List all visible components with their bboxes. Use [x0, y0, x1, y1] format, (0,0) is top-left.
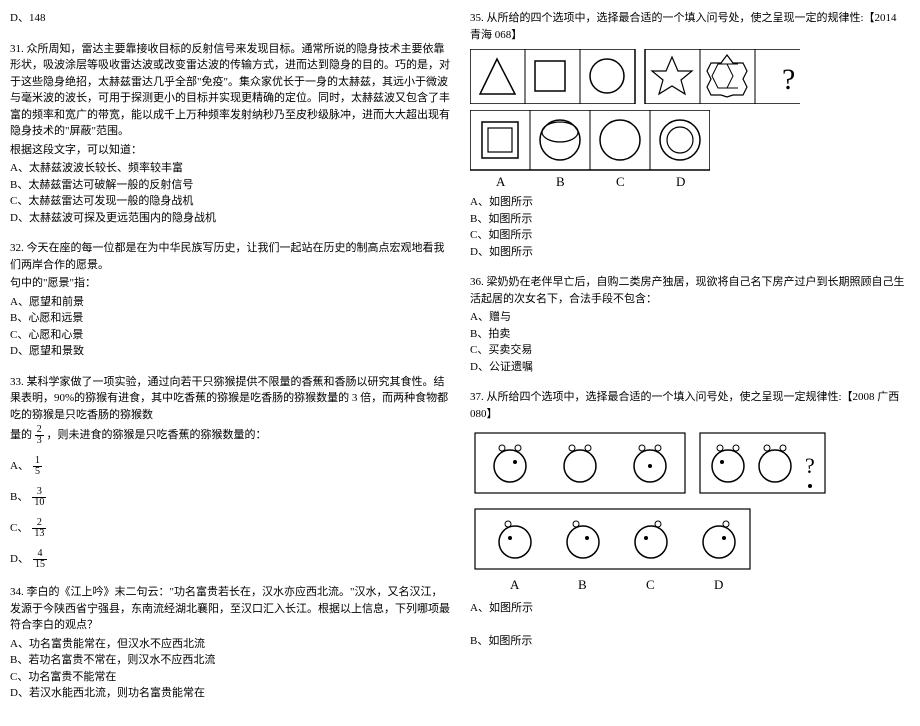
q35-figure-top: ? — [470, 49, 910, 104]
q33-opt-b: B、 3 10 — [10, 487, 450, 508]
q33-mid: 量的 — [10, 429, 32, 441]
q35-svg-top: ? — [470, 49, 800, 104]
q37-text: 37. 从所给四个选项中，选择最合适的一个填入问号处，使之呈现一定规律性:【20… — [470, 389, 910, 422]
q36-text: 36. 梁奶奶在老伴早亡后，自购二类房产独居，现欲将自己名下房产过户到长期照顾自… — [470, 274, 910, 307]
q37-figure-bottom: A B C D — [470, 504, 910, 594]
q35: 35. 从所给的四个选项中，选择最合适的一个填入问号处，使之呈现一定的规律性:【… — [470, 10, 910, 260]
svg-text:A: A — [496, 174, 506, 188]
q32-opt-c: C、心愿和心景 — [10, 327, 450, 344]
q37-options: A、如图所示 B、如图所示 — [470, 600, 910, 650]
q36-opt-a: A、赠与 — [470, 309, 910, 326]
q36-opt-b: B、拍卖 — [470, 326, 910, 343]
q32-options: A、愿望和前景 B、心愿和远景 C、心愿和心景 D、愿望和景致 — [10, 294, 450, 360]
q35-opt-c: C、如图所示 — [470, 227, 910, 244]
q35-svg-bottom: A B C D — [470, 110, 710, 188]
svg-text:D: D — [676, 174, 685, 188]
q33-frac-b: 3 10 — [32, 487, 46, 508]
q33-opt-a: A、 1 5 — [10, 456, 450, 477]
svg-text:A: A — [510, 577, 520, 592]
q31-text: 31. 众所周知，雷达主要靠接收目标的反射信号来发现目标。通常所说的隐身技术主要… — [10, 41, 450, 140]
q37-svg-top: ? — [470, 428, 830, 498]
q32-opt-a: A、愿望和前景 — [10, 294, 450, 311]
q34-options: A、功名富贵能常在，但汉水不应西北流 B、若功名富贵不常在，则汉水不应西北流 C… — [10, 636, 450, 702]
d-148: D、148 — [10, 12, 45, 24]
svg-text:D: D — [714, 577, 723, 592]
q37: 37. 从所给四个选项中，选择最合适的一个填入问号处，使之呈现一定规律性:【20… — [470, 389, 910, 650]
q35-options: A、如图所示 B、如图所示 C、如图所示 D、如图所示 — [470, 194, 910, 260]
svg-text:C: C — [646, 577, 655, 592]
q33-tail: ，则未进食的猕猴是只吃香蕉的猕猴数量的： — [47, 429, 267, 441]
svg-text:?: ? — [805, 453, 815, 478]
q33: 33. 某科学家做了一项实验，通过向若干只猕猴提供不限量的香蕉和香肠以研究其食性… — [10, 374, 450, 571]
q33-opt-d: D、 4 15 — [10, 549, 450, 570]
q33-text: 33. 某科学家做了一项实验，通过向若干只猕猴提供不限量的香蕉和香肠以研究其食性… — [10, 374, 450, 424]
q31-opt-a: A、太赫兹波波长较长、频率较丰富 — [10, 160, 450, 177]
q35-text: 35. 从所给的四个选项中，选择最合适的一个填入问号处，使之呈现一定的规律性:【… — [470, 10, 910, 43]
q37-figure-top: ? — [470, 428, 910, 498]
svg-text:B: B — [578, 577, 587, 592]
q36-opt-d: D、公证遗嘱 — [470, 359, 910, 376]
q33-frac-a: 1 5 — [33, 456, 42, 477]
q35-figure-bottom: A B C D — [470, 110, 910, 188]
q36-options: A、赠与 B、拍卖 C、买卖交易 D、公证遗嘱 — [470, 309, 910, 375]
q36: 36. 梁奶奶在老伴早亡后，自购二类房产独居，现欲将自己名下房产过户到长期照顾自… — [470, 274, 910, 375]
q36-opt-c: C、买卖交易 — [470, 342, 910, 359]
q32-text: 32. 今天在座的每一位都是在为中华民族写历史，让我们一起站在历史的制高点宏观地… — [10, 240, 450, 273]
q31: 31. 众所周知，雷达主要靠接收目标的反射信号来发现目标。通常所说的隐身技术主要… — [10, 41, 450, 227]
q32-opt-b: B、心愿和远景 — [10, 310, 450, 327]
q34: 34. 李白的《江上吟》末二句云："功名富贵若长在，汉水亦应西北流。"汉水，又名… — [10, 584, 450, 702]
q33-opt-c: C、 2 13 — [10, 518, 450, 539]
q33-frac-c: 2 13 — [32, 518, 46, 539]
q35-opt-d: D、如图所示 — [470, 244, 910, 261]
svg-text:B: B — [556, 174, 565, 188]
svg-text:?: ? — [782, 63, 795, 96]
q34-opt-d: D、若汉水能西北流，则功名富贵能常在 — [10, 685, 450, 702]
q31-options: A、太赫兹波波长较长、频率较丰富 B、太赫兹雷达可破解一般的反射信号 C、太赫兹… — [10, 160, 450, 226]
q32-opt-d: D、愿望和景致 — [10, 343, 450, 360]
q34-text: 34. 李白的《江上吟》末二句云："功名富贵若长在，汉水亦应西北流。"汉水，又名… — [10, 584, 450, 634]
q37-opt-a: A、如图所示 — [470, 600, 910, 617]
q31-opt-b: B、太赫兹雷达可破解一般的反射信号 — [10, 177, 450, 194]
q31-sub: 根据这段文字，可以知道： — [10, 142, 450, 159]
q34-opt-a: A、功名富贵能常在，但汉水不应西北流 — [10, 636, 450, 653]
q37-svg-bottom: A B C D — [470, 504, 760, 594]
q34-opt-b: B、若功名富贵不常在，则汉水不应西北流 — [10, 652, 450, 669]
q35-opt-a: A、如图所示 — [470, 194, 910, 211]
q37-opt-b: B、如图所示 — [470, 633, 910, 650]
top-option: D、148 — [10, 10, 450, 27]
q32: 32. 今天在座的每一位都是在为中华民族写历史，让我们一起站在历史的制高点宏观地… — [10, 240, 450, 360]
svg-text:C: C — [616, 174, 625, 188]
q33-fraction-question: 2 3 — [35, 425, 44, 446]
q35-opt-b: B、如图所示 — [470, 211, 910, 228]
q31-opt-d: D、太赫兹波可探及更远范围内的隐身战机 — [10, 210, 450, 227]
q33-mid-row: 量的 2 3 ，则未进食的猕猴是只吃香蕉的猕猴数量的： — [10, 425, 450, 446]
q34-opt-c: C、功名富贵不能常在 — [10, 669, 450, 686]
q33-frac-d: 4 15 — [33, 549, 47, 570]
q31-opt-c: C、太赫兹雷达可发现一般的隐身战机 — [10, 193, 450, 210]
q32-sub: 句中的"愿景"指： — [10, 275, 450, 292]
